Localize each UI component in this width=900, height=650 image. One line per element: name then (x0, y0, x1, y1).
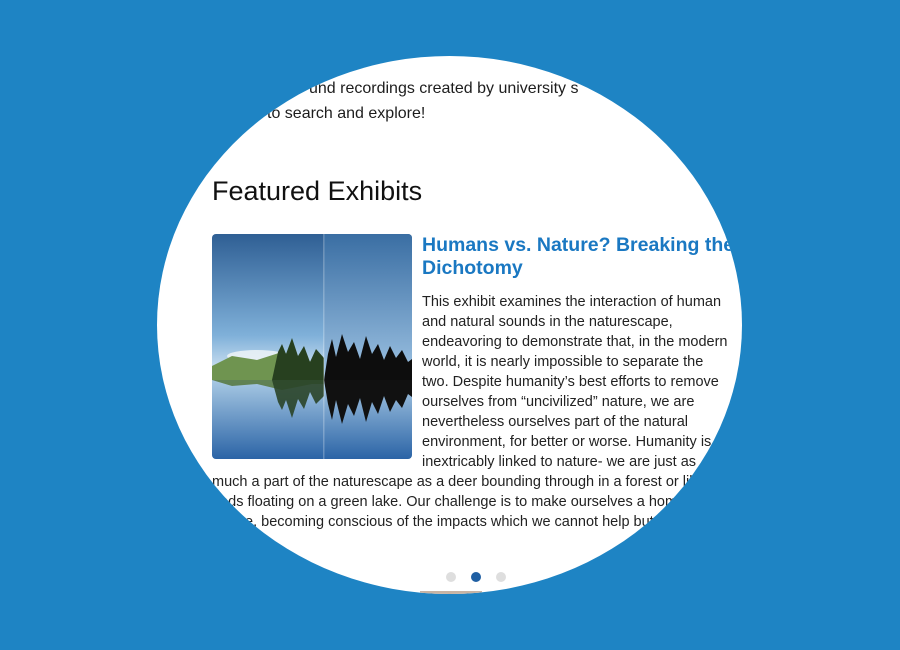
carousel-dot-3[interactable] (496, 572, 506, 582)
exhibit-title-link[interactable]: Humans vs. Nature? Breaking the Dichotom… (422, 234, 742, 280)
image-text-wrap-spacer (212, 292, 422, 462)
page-content: und recordings created by university s t… (157, 56, 742, 594)
section-divider (420, 591, 482, 594)
exhibit-description: This exhibit examines the interaction of… (212, 292, 732, 532)
carousel-dot-1[interactable] (446, 572, 456, 582)
intro-text: und recordings created by university s t… (212, 76, 712, 126)
intro-line-2: to search and explore! (267, 105, 426, 122)
carousel-dot-2[interactable] (471, 572, 481, 582)
carousel-pagination (446, 572, 506, 582)
intro-line-1: und recordings created by university s (309, 80, 579, 97)
featured-exhibits-heading: Featured Exhibits (212, 176, 423, 206)
magnifier-lens: und recordings created by university s t… (157, 56, 742, 594)
